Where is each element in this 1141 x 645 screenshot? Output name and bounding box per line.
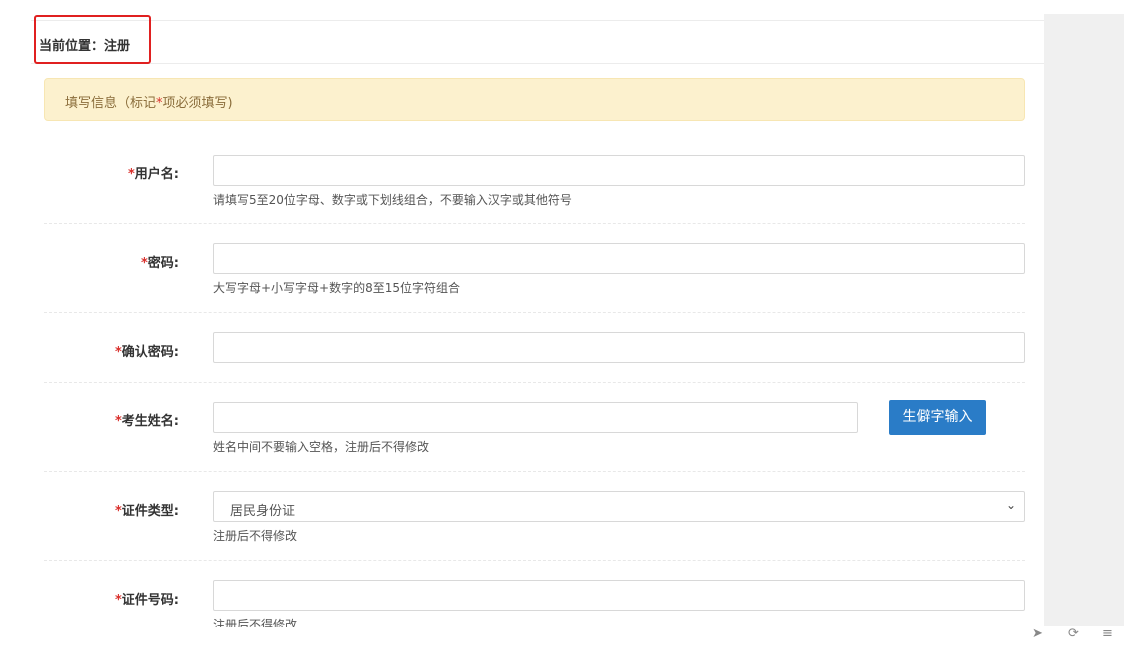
username-label: *用户名: (127, 167, 179, 182)
breadcrumb-highlight-box (34, 15, 151, 64)
name-input[interactable] (213, 402, 858, 433)
confirm-password-input[interactable] (213, 332, 1025, 363)
id-number-row: *证件号码: 注册后不得修改 (44, 561, 1025, 627)
username-row: *用户名: 请填写5至20位字母、数字或下划线组合，不要输入汉字或其他符号 (44, 125, 1025, 224)
right-side-pane (1044, 14, 1124, 626)
registration-panel: 当前位置：注册 填写信息（标记*项必须填写) *用户名: 请填写5至20位字母、… (31, 20, 1044, 627)
id-number-input[interactable] (213, 580, 1025, 611)
id-number-label: *证件号码: (114, 593, 179, 608)
notice-text: 填写信息（标记*项必须填写) (65, 96, 233, 111)
id-type-label: *证件类型: (114, 504, 179, 519)
name-hint: 姓名中间不要输入空格，注册后不得修改 (213, 440, 430, 454)
username-input[interactable] (213, 155, 1025, 186)
name-label: *考生姓名: (114, 414, 179, 429)
send-icon[interactable]: ➤ (1032, 626, 1043, 641)
chevron-down-icon: ⌄ (1005, 498, 1016, 512)
id-type-select[interactable]: 居民身份证 ⌄ (213, 491, 1025, 522)
refresh-icon[interactable]: ⟳ (1068, 626, 1079, 641)
password-input[interactable] (213, 243, 1025, 274)
breadcrumb: 当前位置：注册 (31, 21, 1044, 64)
password-hint: 大写字母+小写字母+数字的8至15位字符组合 (213, 281, 461, 295)
password-label: *密码: (140, 256, 179, 271)
rare-character-input-button[interactable]: 生僻字输入 (889, 400, 986, 435)
confirm-password-label: *确认密码: (114, 345, 179, 360)
id-type-selected-value: 居民身份证 (230, 504, 296, 519)
bottom-toolbar: ➤ ⟳ ≡ (1030, 626, 1130, 645)
trash-icon[interactable]: ≡ (1102, 626, 1113, 641)
id-type-row: *证件类型: 居民身份证 ⌄ 注册后不得修改 (44, 472, 1025, 561)
top-strip (0, 0, 1141, 14)
username-hint: 请填写5至20位字母、数字或下划线组合，不要输入汉字或其他符号 (213, 193, 572, 207)
password-row: *密码: 大写字母+小写字母+数字的8至15位字符组合 (44, 224, 1025, 313)
notice-banner: 填写信息（标记*项必须填写) (44, 78, 1025, 121)
id-type-hint: 注册后不得修改 (213, 529, 298, 543)
name-row: *考生姓名: 生僻字输入 姓名中间不要输入空格，注册后不得修改 (44, 383, 1025, 472)
confirm-password-row: *确认密码: (44, 313, 1025, 383)
id-number-hint: 注册后不得修改 (213, 618, 298, 627)
